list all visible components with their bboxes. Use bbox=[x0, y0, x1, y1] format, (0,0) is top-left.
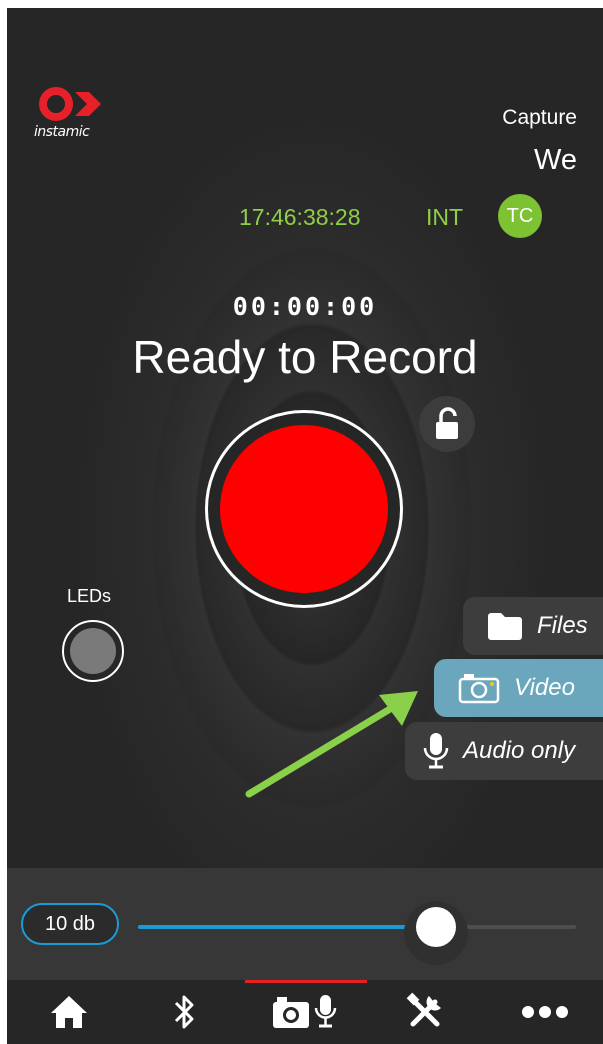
gain-slider-fill bbox=[138, 925, 436, 929]
camera-microphone-icon bbox=[273, 995, 337, 1028]
gain-value-button[interactable]: 10 db bbox=[21, 903, 119, 945]
nav-more[interactable] bbox=[505, 980, 585, 1044]
gain-control-bar: 10 db bbox=[7, 868, 603, 980]
bottom-nav bbox=[7, 980, 603, 1044]
nav-home[interactable] bbox=[29, 980, 109, 1044]
arrow-annotation bbox=[245, 691, 418, 798]
tools-icon bbox=[406, 992, 441, 1027]
nav-capture[interactable] bbox=[257, 980, 357, 1044]
app-screen: instamic Capture We 17:46:38:28 INT TC 0… bbox=[7, 8, 603, 1044]
nav-settings[interactable] bbox=[385, 980, 465, 1044]
more-icon bbox=[522, 1006, 568, 1018]
bluetooth-icon bbox=[174, 995, 194, 1029]
gain-slider-thumb[interactable] bbox=[415, 907, 456, 947]
home-icon bbox=[51, 996, 87, 1028]
gain-slider-track[interactable] bbox=[138, 925, 576, 929]
nav-bluetooth[interactable] bbox=[145, 980, 225, 1044]
